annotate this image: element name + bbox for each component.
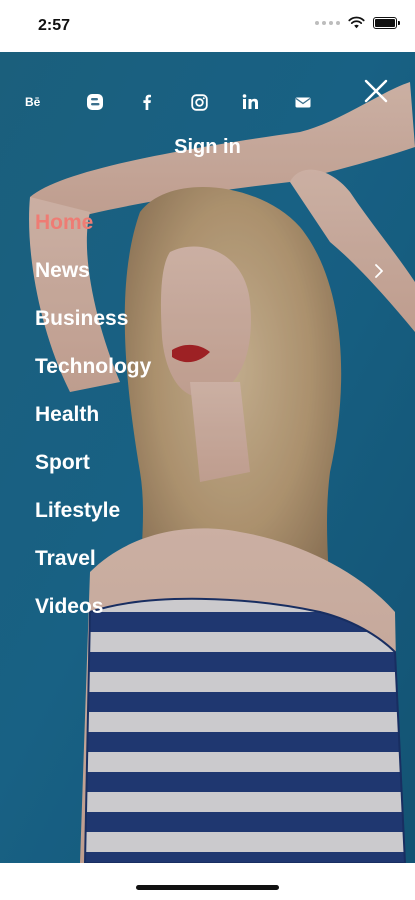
menu-item-videos[interactable]: Videos [35,593,151,641]
linkedin-icon[interactable] [238,90,264,114]
svg-text:Bē: Bē [25,95,41,109]
behance-icon[interactable]: Bē [22,90,48,114]
facebook-icon[interactable] [134,90,160,114]
blogger-icon[interactable] [82,90,108,114]
menu-drawer: Bē Sign in Home News Business Technology… [0,52,415,863]
status-bar: 2:57 [0,0,415,52]
menu-item-health[interactable]: Health [35,401,151,449]
wifi-icon [348,16,365,29]
mail-icon[interactable] [290,90,316,114]
chevron-right-icon[interactable] [373,262,385,280]
instagram-icon[interactable] [186,90,212,114]
battery-icon [373,16,400,29]
menu-item-travel[interactable]: Travel [35,545,151,593]
phone-screen: 2:57 Bē Sign in Home News Business Techn… [0,0,415,900]
social-links: Bē [22,90,322,114]
menu-item-home[interactable]: Home [35,209,151,257]
status-time: 2:57 [38,17,71,34]
sign-in-link[interactable]: Sign in [0,136,415,159]
menu-item-sport[interactable]: Sport [35,449,151,497]
menu-item-business[interactable]: Business [35,305,151,353]
cellular-dots-icon [315,20,340,25]
status-icons [315,16,400,29]
menu-item-lifestyle[interactable]: Lifestyle [35,497,151,545]
category-menu: Home News Business Technology Health Spo… [35,209,151,641]
bottom-bar [0,863,415,900]
home-indicator[interactable] [136,885,279,890]
menu-item-technology[interactable]: Technology [35,353,151,401]
menu-item-news[interactable]: News [35,257,151,305]
close-icon[interactable] [363,78,389,104]
